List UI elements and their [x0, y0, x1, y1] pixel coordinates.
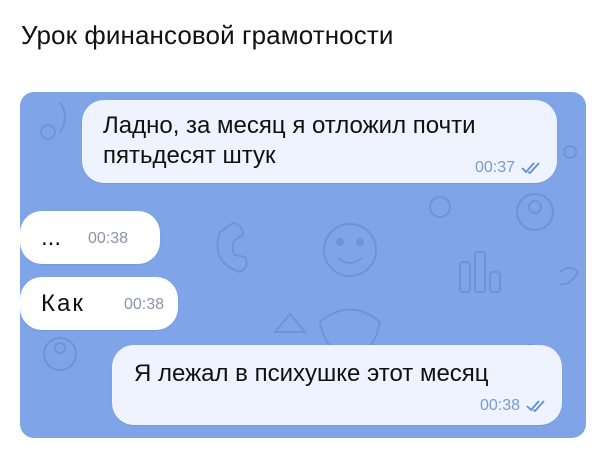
message-bubble-outgoing[interactable]: Я лежал в психушке этот месяц 00:38 — [112, 345, 562, 425]
message-text: пятьдесят штук — [103, 142, 276, 169]
message-time: 00:38 — [124, 296, 165, 313]
double-check-icon — [521, 162, 541, 174]
message-bubble-outgoing[interactable]: Ладно, за месяц я отложил почти пятьдеся… — [82, 100, 557, 183]
message-time: 00:37 — [474, 159, 515, 176]
message-time: 00:38 — [479, 397, 520, 414]
message-bubble-incoming[interactable]: ... 00:38 — [20, 211, 160, 264]
message-text: ... — [41, 224, 62, 251]
page-title: Урок финансовой грамотности — [21, 20, 394, 50]
message-time: 00:38 — [88, 230, 129, 247]
message-text: Ладно, за месяц я отложил почти — [103, 112, 476, 139]
chat-area[interactable]: Ладно, за месяц я отложил почти пятьдеся… — [20, 92, 586, 438]
message-text: Как — [41, 290, 85, 317]
message-bubble-incoming[interactable]: Как 00:38 — [20, 277, 178, 330]
double-check-icon — [526, 400, 546, 412]
message-text: Я лежал в психушке этот месяц — [134, 360, 489, 387]
